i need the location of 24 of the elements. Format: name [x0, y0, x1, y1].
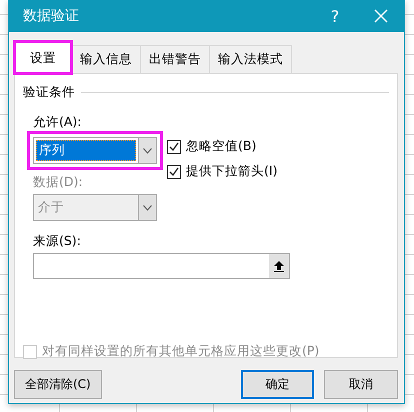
- checkbox[interactable]: [167, 164, 181, 178]
- checkbox-label: 提供下拉箭头(I): [186, 163, 278, 180]
- tab[interactable]: 设置: [14, 41, 72, 74]
- field-label: 数据(D):: [33, 174, 84, 191]
- window-title: 数据验证: [23, 7, 80, 25]
- dialog-button[interactable]: 全部清除(C): [14, 370, 102, 399]
- allow-dropdown[interactable]: 序列: [33, 137, 157, 164]
- dropdown-value: 序列: [36, 140, 136, 161]
- dialog-button[interactable]: 取消: [324, 370, 398, 399]
- tab[interactable]: 输入法模式: [209, 45, 292, 74]
- close-icon: [374, 9, 388, 23]
- collapse-button[interactable]: [269, 254, 289, 278]
- source-field[interactable]: [33, 253, 290, 279]
- dropdown-value: 介于: [37, 198, 65, 216]
- chevron-down-icon: [143, 204, 152, 210]
- checkbox-label: 对有同样设置的所有其他单元格应用这些更改(P): [42, 343, 320, 360]
- upload-arrow-icon: [274, 260, 284, 272]
- group-title: 验证条件: [23, 84, 75, 101]
- dialog-button[interactable]: 确定: [240, 370, 314, 399]
- checkbox-label: 忽略空值(B): [186, 138, 256, 155]
- chevron-down-icon: [143, 148, 152, 154]
- field-label: 允许(A):: [33, 114, 83, 131]
- field-label: 来源(S):: [33, 233, 82, 250]
- checkbox[interactable]: [167, 140, 181, 154]
